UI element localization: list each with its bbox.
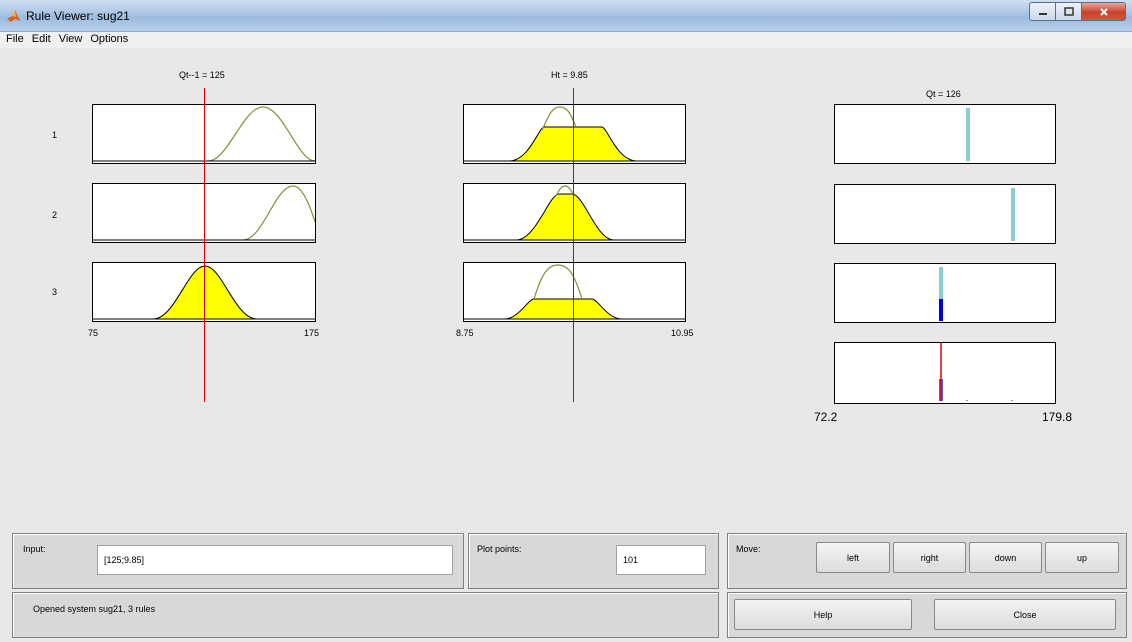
input2-rule3-plot[interactable] <box>463 262 686 322</box>
output-rule3-plot <box>834 263 1056 323</box>
input2-title: Ht = 9.85 <box>551 70 588 80</box>
help-close-panel: Help Close <box>727 592 1127 638</box>
output-title: Qt = 126 <box>926 89 961 99</box>
menu-edit[interactable]: Edit <box>28 32 55 48</box>
rule-number: 1 <box>52 130 58 140</box>
output-rule1-plot <box>834 104 1056 164</box>
input1-range-min: 75 <box>88 328 99 338</box>
rule-number: 2 <box>52 210 58 220</box>
input1-range-max: 175 <box>304 328 320 338</box>
maximize-icon <box>1063 7 1074 16</box>
title-bar: Rule Viewer: sug21 <box>0 0 1132 32</box>
output-range-min: 72.2 <box>814 410 838 424</box>
minimize-icon <box>1038 12 1047 15</box>
plot-points-label: Plot points: <box>477 544 522 554</box>
move-left-button[interactable]: left <box>816 542 890 573</box>
input-panel: Input: [125;9.85] <box>12 533 464 589</box>
help-button[interactable]: Help <box>734 599 912 630</box>
input-vector-field[interactable]: [125;9.85] <box>97 545 453 575</box>
rule-number: 3 <box>52 287 58 297</box>
move-right-button[interactable]: right <box>893 542 966 573</box>
close-button[interactable]: Close <box>934 599 1116 630</box>
input2-range-max: 10.95 <box>671 328 694 338</box>
input1-title: Qt--1 = 125 <box>179 70 225 80</box>
move-label: Move: <box>736 544 761 554</box>
input2-rule2-plot[interactable] <box>463 183 686 243</box>
input2-indicator-line[interactable] <box>573 88 574 402</box>
menu-view[interactable]: View <box>55 32 87 48</box>
status-panel: Opened system sug21, 3 rules <box>12 592 719 638</box>
window-title: Rule Viewer: sug21 <box>26 9 130 23</box>
menu-bar: File Edit View Options <box>0 32 1132 48</box>
input1-indicator-line[interactable] <box>204 88 205 402</box>
menu-file[interactable]: File <box>0 32 28 48</box>
move-down-button[interactable]: down <box>969 542 1042 573</box>
move-up-button[interactable]: up <box>1045 542 1119 573</box>
close-window-button[interactable] <box>1082 2 1126 21</box>
maximize-button[interactable] <box>1056 2 1082 21</box>
output-aggregate-plot <box>834 342 1056 404</box>
minimize-button[interactable] <box>1029 2 1056 21</box>
plot-points-field[interactable]: 101 <box>616 545 706 575</box>
move-panel: Move: left right down up <box>727 533 1127 589</box>
matlab-icon <box>7 10 21 22</box>
input2-range-min: 8.75 <box>456 328 474 338</box>
output-range-max: 179.8 <box>1042 410 1073 424</box>
input2-rule1-plot[interactable] <box>463 104 686 164</box>
plot-points-panel: Plot points: 101 <box>468 533 719 589</box>
menu-options[interactable]: Options <box>86 32 132 48</box>
input-label: Input: <box>23 544 46 554</box>
status-message: Opened system sug21, 3 rules <box>33 604 156 614</box>
output-rule2-plot <box>834 184 1056 244</box>
close-icon <box>1099 7 1108 16</box>
